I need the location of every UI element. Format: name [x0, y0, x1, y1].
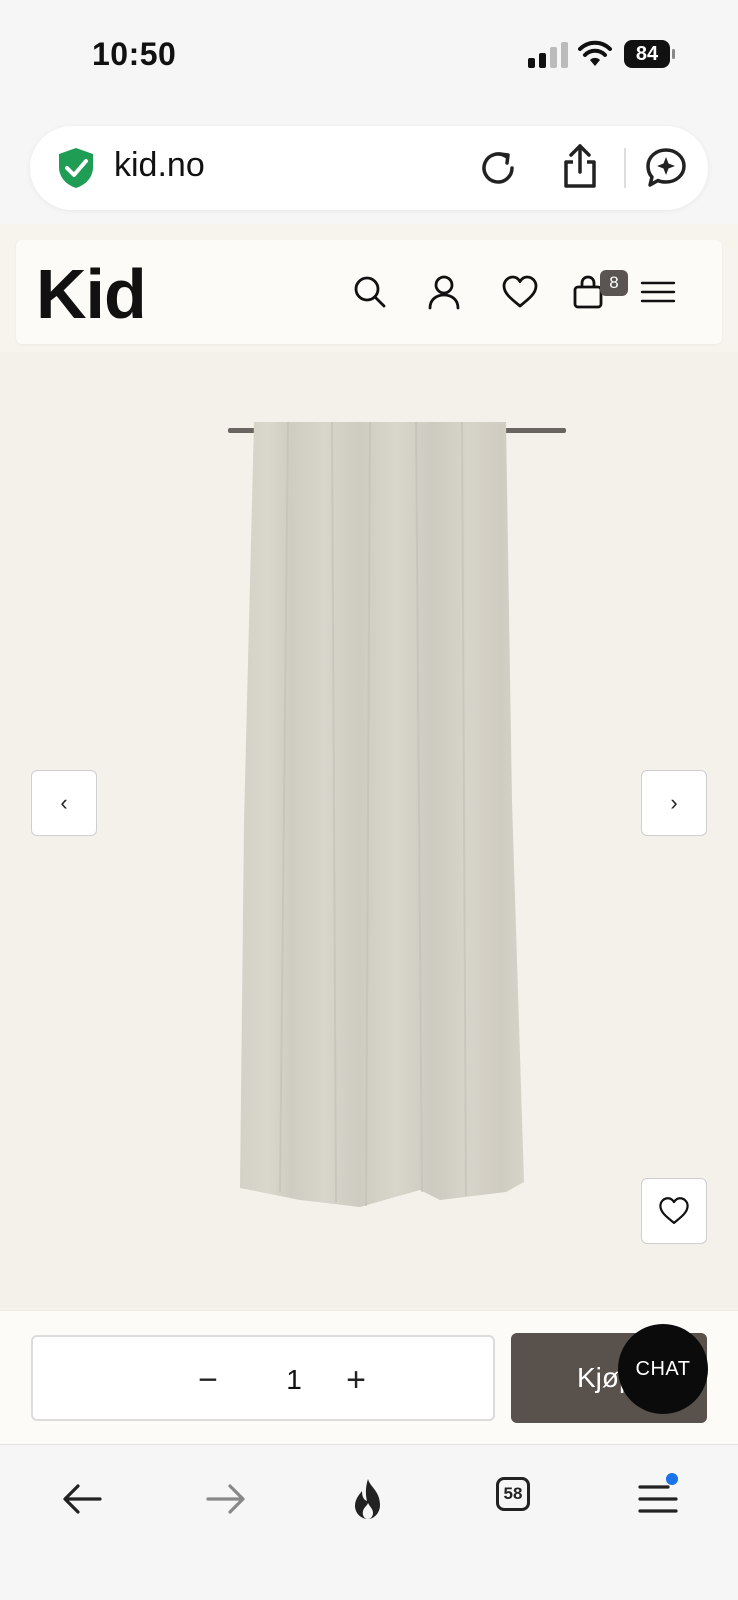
- battery-icon: 84: [624, 40, 676, 68]
- status-time: 10:50: [92, 36, 177, 72]
- flame-icon[interactable]: [344, 1475, 392, 1523]
- next-image-button[interactable]: ›: [641, 770, 707, 836]
- tabs-button[interactable]: 58: [496, 1477, 530, 1511]
- increase-quantity-button[interactable]: +: [331, 1355, 381, 1405]
- ai-assistant-icon[interactable]: [644, 146, 688, 190]
- notification-dot: [666, 1473, 678, 1485]
- forward-arrow-icon[interactable]: [202, 1475, 250, 1523]
- quantity-stepper: − 1 +: [31, 1335, 495, 1421]
- wifi-icon: [578, 40, 612, 66]
- address-bar[interactable]: kid.no: [30, 126, 708, 210]
- site-header: Kid 8: [16, 240, 722, 344]
- chat-button[interactable]: CHAT: [618, 1324, 708, 1414]
- shield-check-icon: [59, 148, 93, 188]
- heart-icon: [659, 1197, 689, 1225]
- site-logo[interactable]: Kid: [36, 254, 147, 334]
- menu-icon[interactable]: [638, 272, 678, 312]
- cart-count-badge: 8: [600, 270, 628, 296]
- chevron-left-icon: ‹: [60, 790, 68, 815]
- wishlist-icon[interactable]: [500, 272, 540, 312]
- account-icon[interactable]: [424, 272, 464, 312]
- status-bar: 10:50 84: [0, 0, 738, 110]
- chevron-right-icon: ›: [670, 790, 678, 815]
- cellular-signal-icon: [528, 42, 568, 68]
- browser-toolbar: 58: [0, 1444, 738, 1600]
- toolbar-divider: [624, 148, 626, 188]
- share-icon[interactable]: [558, 142, 602, 190]
- search-icon[interactable]: [350, 272, 390, 312]
- product-image: [240, 422, 524, 1207]
- add-to-wishlist-button[interactable]: [641, 1178, 707, 1244]
- quantity-value[interactable]: 1: [269, 1355, 319, 1405]
- back-arrow-icon[interactable]: [58, 1475, 106, 1523]
- battery-level: 84: [635, 43, 659, 65]
- decrease-quantity-button[interactable]: −: [183, 1355, 233, 1405]
- reload-icon[interactable]: [476, 146, 520, 190]
- previous-image-button[interactable]: ‹: [31, 770, 97, 836]
- url-text[interactable]: kid.no: [114, 146, 205, 185]
